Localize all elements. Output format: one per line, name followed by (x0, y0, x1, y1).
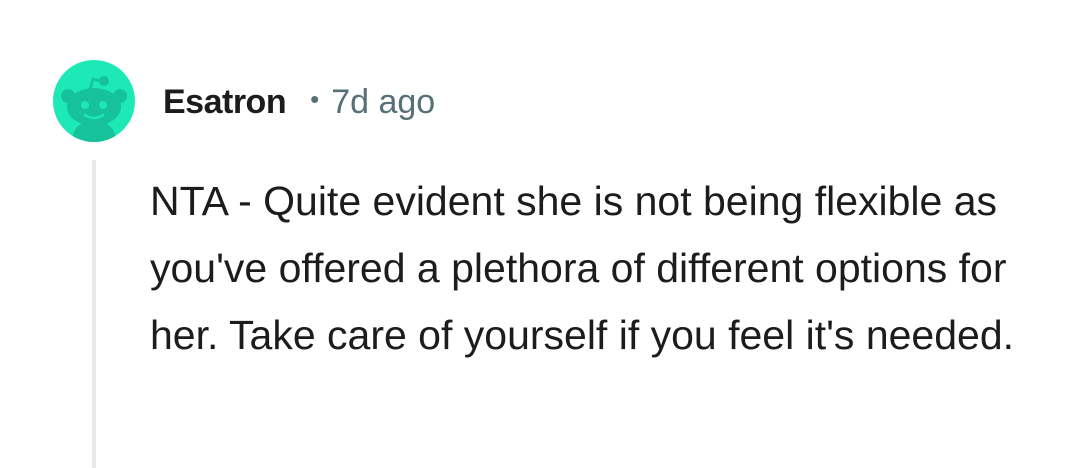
thread-collapse-line[interactable] (92, 160, 96, 468)
user-avatar[interactable] (53, 60, 135, 142)
comment-timestamp: 7d ago (331, 82, 436, 121)
comment: Esatron • 7d ago NTA - Quite evident she… (0, 0, 1080, 468)
username-link[interactable]: Esatron (163, 83, 287, 122)
reddit-snoo-icon (61, 76, 127, 142)
comment-header: Esatron • 7d ago (163, 78, 435, 126)
separator-dot: • (310, 83, 320, 114)
comment-body: NTA - Quite evident she is not being fle… (150, 178, 1015, 358)
